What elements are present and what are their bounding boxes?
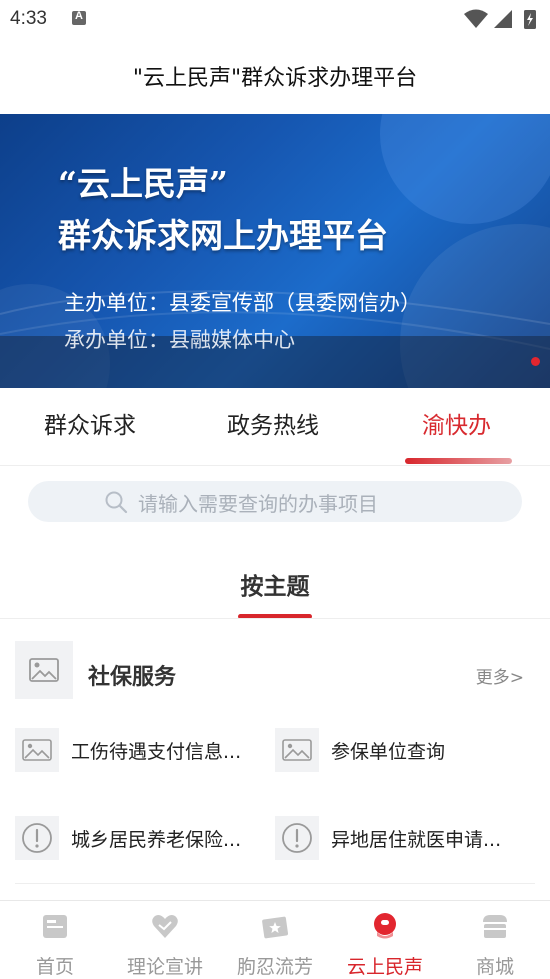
heart-hands-icon [152, 915, 178, 938]
info-icon [275, 816, 319, 860]
nav-item-shop[interactable]: 商城 [440, 901, 550, 979]
service-item-label: 参保单位查询 [331, 741, 446, 763]
search-placeholder: 请输入需要查询的办事项目 [138, 492, 378, 516]
ticket-star-icon [262, 916, 289, 939]
service-item-label: 异地居住就医申请... [331, 829, 502, 851]
info-icon [15, 816, 59, 860]
nav-label: 云上民声 [346, 956, 423, 978]
home-icon [43, 915, 67, 938]
banner-organizer-text: 承办单位：县融媒体中心 [64, 328, 295, 352]
search-input[interactable]: 请输入需要查询的办事项目 [28, 481, 522, 522]
more-link[interactable]: 更多> [476, 663, 524, 688]
banner-host-text: 主办单位：县委宣传部（县委网信办） [64, 291, 421, 315]
tab-yukuaiban[interactable]: 渝快办 [422, 406, 491, 440]
nav-label: 首页 [35, 956, 74, 978]
image-icon [275, 728, 319, 772]
category-title: 社保服务 [88, 665, 177, 690]
divider [15, 883, 535, 884]
nav-item-theory[interactable]: 理论宣讲 [110, 901, 220, 979]
category-image-icon [15, 641, 73, 699]
shop-icon [483, 915, 507, 938]
search-icon [105, 491, 128, 514]
active-tab-underline [405, 458, 512, 464]
page-title: "云上民声"群众诉求办理平台 [132, 66, 418, 91]
nav-label: 理论宣讲 [126, 956, 203, 978]
nav-item-home[interactable]: 首页 [0, 901, 110, 979]
service-tabs: 群众诉求 政务热线 渝快办 [0, 388, 550, 466]
divider [0, 618, 550, 619]
notification-a-icon [72, 10, 86, 25]
tab-government-hotline[interactable]: 政务热线 [227, 406, 319, 440]
nav-item-culture[interactable]: 朐忍流芳 [220, 901, 330, 979]
banner-heading: “云上民声” 群众诉求网上办理平台 [58, 158, 388, 262]
voice-icon [374, 913, 396, 939]
status-time: 4:33 [10, 8, 47, 29]
banner-heading-line2: 群众诉求网上办理平台 [58, 216, 388, 255]
tab-by-theme[interactable]: 按主题 [0, 567, 550, 601]
nav-item-cloud-voice[interactable]: 云上民声 [330, 901, 440, 979]
bottom-nav: 首页 理论宣讲 朐忍流芳 云上民声 商城 [0, 900, 550, 979]
image-icon [15, 728, 59, 772]
app-header: "云上民声"群众诉求办理平台 [0, 38, 550, 114]
wifi-icon [464, 9, 488, 28]
status-indicators [464, 9, 536, 29]
banner-heading-line1: “云上民声” [58, 164, 228, 203]
banner-carousel[interactable]: “云上民声” 群众诉求网上办理平台 主办单位：县委宣传部（县委网信办） 承办单位… [0, 114, 550, 388]
nav-label: 商城 [475, 956, 514, 978]
tab-public-appeals[interactable]: 群众诉求 [44, 406, 136, 440]
service-item-label: 工伤待遇支付信息... [71, 741, 242, 763]
status-bar: 4:33 [0, 0, 550, 38]
signal-icon [494, 10, 512, 28]
carousel-indicator-dot[interactable] [531, 357, 540, 366]
nav-label: 朐忍流芳 [236, 956, 313, 978]
service-item-label: 城乡居民养老保险... [71, 829, 242, 851]
